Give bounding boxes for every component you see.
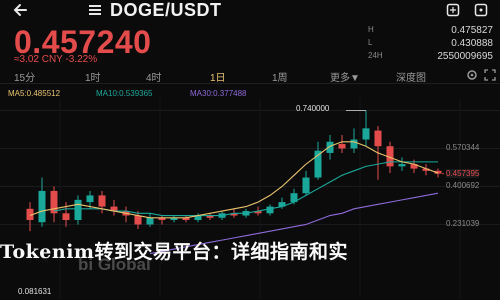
candle-down: [98, 195, 106, 207]
expand-icon[interactable]: [446, 3, 460, 22]
high-price-label: 0.740000: [296, 104, 330, 114]
candle-up: [302, 177, 310, 194]
stat-low: L 0.430888: [368, 38, 493, 51]
ticker-stats: H 0.475827 L 0.430888 24H 2550009695: [368, 25, 493, 64]
candle-down: [62, 213, 70, 220]
candle-up: [74, 199, 82, 220]
candle-up: [86, 195, 94, 203]
ma5-label: MA5:0.485512: [8, 89, 61, 98]
candle-down: [338, 144, 346, 149]
candle-up: [350, 139, 358, 149]
chart-annotations: [346, 110, 444, 175]
ma10-label: MA10:0.539365: [96, 89, 153, 98]
y-tick-label: 0.231039: [446, 219, 480, 229]
candle-up: [266, 206, 274, 214]
watermark-caption: Tokenim转到交易平台：详细指南和实: [0, 241, 349, 263]
tab-1h[interactable]: 1时: [85, 69, 101, 84]
chart-grid: [0, 98, 500, 298]
price-change: ≈3.02 CNY -3.22%: [14, 54, 98, 65]
ma5-line: [29, 141, 439, 219]
tabs-divider: [0, 83, 500, 84]
tab-1d[interactable]: 1日: [210, 69, 226, 84]
more-icon[interactable]: [474, 3, 488, 22]
tab-15m[interactable]: 15分: [14, 69, 35, 84]
settings-icon[interactable]: [466, 69, 478, 84]
stat-high: H 0.475827: [368, 25, 493, 38]
top-bar: DOGE/USDT: [0, 0, 500, 22]
stat-value: 0.475827: [451, 25, 493, 36]
stat-label: H: [368, 25, 374, 34]
stat-value: 0.430888: [451, 38, 493, 49]
candle-down: [50, 190, 58, 214]
low-price-label: 0.081631: [18, 287, 52, 296]
back-arrow-icon[interactable]: [12, 2, 28, 22]
ma5-polyline: [29, 141, 439, 219]
pair-title[interactable]: DOGE/USDT: [110, 0, 222, 21]
tab-more[interactable]: 更多▼: [330, 69, 360, 84]
menu-icon[interactable]: [88, 3, 102, 21]
stat-volume: 24H 2550009695: [368, 51, 493, 64]
current-price-tag: 0.457395: [446, 168, 480, 178]
tab-1w[interactable]: 1周: [272, 69, 288, 84]
candle-up: [146, 217, 154, 225]
candle-down: [374, 130, 382, 147]
stat-value: 2550009695: [437, 51, 493, 62]
y-tick-label: 0.400692: [446, 181, 480, 191]
tab-4h[interactable]: 4时: [146, 69, 162, 84]
timeframe-tabs: 15分 1时 4时 1日 1周 更多▼ 深度图: [0, 69, 500, 84]
tab-depth[interactable]: 深度图: [396, 69, 426, 84]
y-tick-label: 0.570344: [446, 143, 480, 153]
candle-up: [362, 128, 370, 140]
candle-up: [326, 141, 334, 153]
ma30-label: MA30:0.377488: [190, 89, 247, 98]
fullscreen-icon[interactable]: [484, 69, 496, 84]
candlestick-chart[interactable]: [0, 98, 500, 300]
stat-label: 24H: [368, 51, 383, 60]
stat-label: L: [368, 38, 373, 47]
candle-down: [134, 215, 142, 225]
candle-up: [38, 190, 46, 223]
candle-up: [398, 164, 406, 167]
